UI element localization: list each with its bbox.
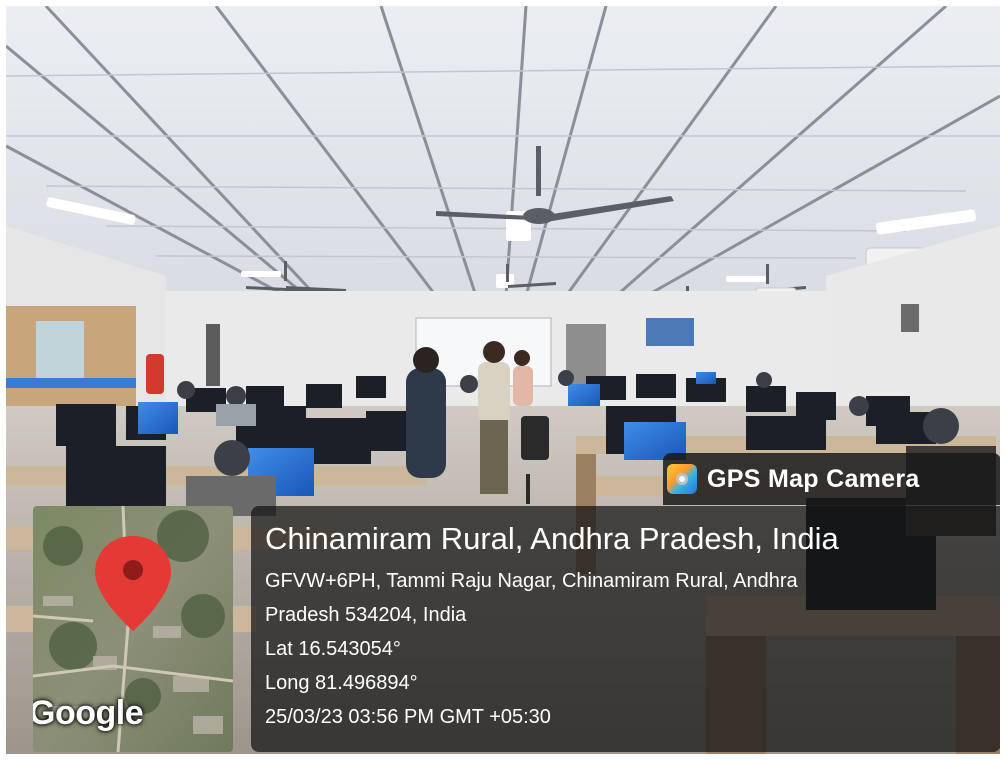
photo-frame: Google GPS Map Camera Chinamiram Rural, … xyxy=(0,0,1006,760)
gps-stamp-header: GPS Map Camera xyxy=(663,453,1000,505)
classroom-photo: Google GPS Map Camera Chinamiram Rural, … xyxy=(6,6,1000,754)
address-line-1: GFVW+6PH, Tammi Raju Nagar, Chinamiram R… xyxy=(265,570,798,592)
gps-map-camera-icon xyxy=(667,464,697,494)
app-name: GPS Map Camera xyxy=(707,464,920,493)
location-map-thumbnail: Google xyxy=(33,506,233,752)
address-line-2: Pradesh 534204, India xyxy=(265,604,467,626)
place-title: Chinamiram Rural, Andhra Pradesh, India xyxy=(265,521,839,556)
map-brand-label: Google xyxy=(33,694,144,732)
longitude: Long 81.496894° xyxy=(265,672,418,694)
timestamp: 25/03/23 03:56 PM GMT +05:30 xyxy=(265,706,551,728)
latitude: Lat 16.543054° xyxy=(265,638,401,660)
gps-stamp-panel: Chinamiram Rural, Andhra Pradesh, India … xyxy=(251,506,1000,752)
